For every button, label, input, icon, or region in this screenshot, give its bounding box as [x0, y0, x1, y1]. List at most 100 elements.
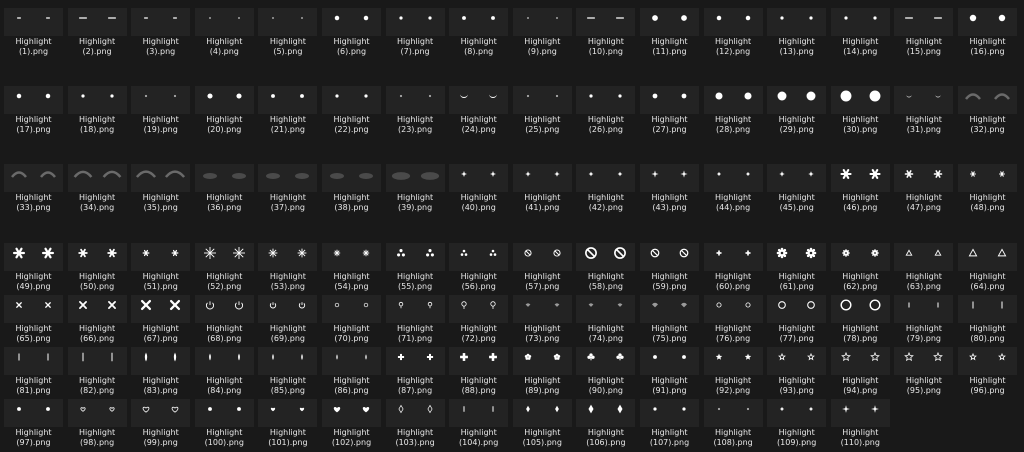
file-thumbnail[interactable]	[258, 399, 318, 427]
file-thumbnail[interactable]	[449, 164, 509, 192]
file-thumbnail[interactable]	[194, 295, 254, 323]
file-thumbnail[interactable]	[322, 399, 381, 427]
file-thumbnail[interactable]	[703, 347, 763, 375]
file-thumbnail[interactable]	[576, 8, 636, 36]
file-thumbnail[interactable]	[640, 8, 699, 36]
file-thumbnail[interactable]	[512, 86, 572, 114]
file-thumbnail[interactable]	[385, 347, 445, 375]
file-thumbnail[interactable]	[640, 295, 699, 323]
file-thumbnail[interactable]	[131, 86, 191, 114]
file-thumbnail[interactable]	[767, 243, 827, 271]
file-thumbnail[interactable]	[512, 295, 572, 323]
file-thumbnail[interactable]	[258, 8, 318, 36]
file-thumbnail[interactable]	[67, 347, 127, 375]
file-thumbnail[interactable]	[194, 86, 254, 114]
file-thumbnail[interactable]	[131, 347, 191, 375]
file-thumbnail[interactable]	[767, 8, 827, 36]
file-thumbnail[interactable]	[703, 243, 763, 271]
file-thumbnail[interactable]	[322, 86, 381, 114]
file-thumbnail[interactable]	[767, 164, 827, 192]
file-thumbnail[interactable]	[894, 8, 954, 36]
file-thumbnail[interactable]	[767, 399, 827, 427]
file-thumbnail[interactable]	[131, 8, 191, 36]
file-thumbnail[interactable]	[640, 399, 699, 427]
file-thumbnail[interactable]	[4, 164, 63, 192]
file-thumbnail[interactable]	[131, 243, 191, 271]
file-thumbnail[interactable]	[4, 8, 63, 36]
file-thumbnail[interactable]	[4, 347, 63, 375]
file-thumbnail[interactable]	[958, 86, 1017, 114]
file-thumbnail[interactable]	[194, 347, 254, 375]
file-thumbnail[interactable]	[958, 164, 1017, 192]
file-thumbnail[interactable]	[703, 86, 763, 114]
file-thumbnail[interactable]	[576, 399, 636, 427]
file-thumbnail[interactable]	[194, 399, 254, 427]
file-thumbnail[interactable]	[385, 399, 445, 427]
file-thumbnail[interactable]	[830, 347, 890, 375]
file-thumbnail[interactable]	[894, 86, 954, 114]
file-thumbnail[interactable]	[640, 347, 699, 375]
file-thumbnail[interactable]	[449, 86, 509, 114]
file-thumbnail[interactable]	[703, 8, 763, 36]
file-thumbnail[interactable]	[67, 86, 127, 114]
file-thumbnail[interactable]	[640, 243, 699, 271]
file-thumbnail[interactable]	[258, 295, 318, 323]
file-thumbnail[interactable]	[449, 243, 509, 271]
file-thumbnail[interactable]	[4, 86, 63, 114]
file-thumbnail[interactable]	[322, 164, 381, 192]
file-thumbnail[interactable]	[67, 399, 127, 427]
file-thumbnail[interactable]	[830, 295, 890, 323]
file-thumbnail[interactable]	[830, 399, 890, 427]
file-thumbnail[interactable]	[576, 243, 636, 271]
file-thumbnail[interactable]	[449, 399, 509, 427]
file-thumbnail[interactable]	[512, 164, 572, 192]
file-thumbnail[interactable]	[67, 164, 127, 192]
file-thumbnail[interactable]	[131, 295, 191, 323]
file-thumbnail[interactable]	[258, 86, 318, 114]
file-thumbnail[interactable]	[894, 295, 954, 323]
file-thumbnail[interactable]	[131, 399, 191, 427]
file-thumbnail[interactable]	[322, 295, 381, 323]
file-thumbnail[interactable]	[449, 347, 509, 375]
file-thumbnail[interactable]	[322, 8, 381, 36]
file-thumbnail[interactable]	[385, 243, 445, 271]
file-thumbnail[interactable]	[767, 86, 827, 114]
file-thumbnail[interactable]	[576, 86, 636, 114]
file-thumbnail[interactable]	[512, 347, 572, 375]
file-thumbnail[interactable]	[958, 8, 1017, 36]
file-thumbnail[interactable]	[449, 8, 509, 36]
file-thumbnail[interactable]	[131, 164, 191, 192]
file-thumbnail[interactable]	[576, 347, 636, 375]
file-thumbnail[interactable]	[449, 295, 509, 323]
file-thumbnail[interactable]	[385, 8, 445, 36]
file-thumbnail[interactable]	[258, 164, 318, 192]
file-thumbnail[interactable]	[194, 164, 254, 192]
file-thumbnail[interactable]	[958, 295, 1017, 323]
file-thumbnail[interactable]	[512, 243, 572, 271]
file-thumbnail[interactable]	[576, 295, 636, 323]
file-thumbnail[interactable]	[4, 295, 63, 323]
file-thumbnail[interactable]	[894, 243, 954, 271]
file-thumbnail[interactable]	[67, 8, 127, 36]
file-thumbnail[interactable]	[830, 243, 890, 271]
file-thumbnail[interactable]	[767, 295, 827, 323]
file-thumbnail[interactable]	[767, 347, 827, 375]
file-thumbnail[interactable]	[703, 295, 763, 323]
file-thumbnail[interactable]	[67, 243, 127, 271]
file-thumbnail[interactable]	[703, 164, 763, 192]
file-thumbnail[interactable]	[958, 347, 1017, 375]
file-thumbnail[interactable]	[640, 86, 699, 114]
file-thumbnail[interactable]	[703, 399, 763, 427]
file-thumbnail[interactable]	[385, 164, 445, 192]
file-thumbnail[interactable]	[67, 295, 127, 323]
file-thumbnail[interactable]	[4, 399, 63, 427]
file-thumbnail[interactable]	[322, 347, 381, 375]
file-thumbnail[interactable]	[385, 295, 445, 323]
file-thumbnail[interactable]	[830, 86, 890, 114]
file-thumbnail[interactable]	[258, 347, 318, 375]
file-thumbnail[interactable]	[640, 164, 699, 192]
file-thumbnail[interactable]	[512, 399, 572, 427]
file-thumbnail[interactable]	[894, 164, 954, 192]
file-thumbnail[interactable]	[830, 8, 890, 36]
file-thumbnail[interactable]	[576, 164, 636, 192]
